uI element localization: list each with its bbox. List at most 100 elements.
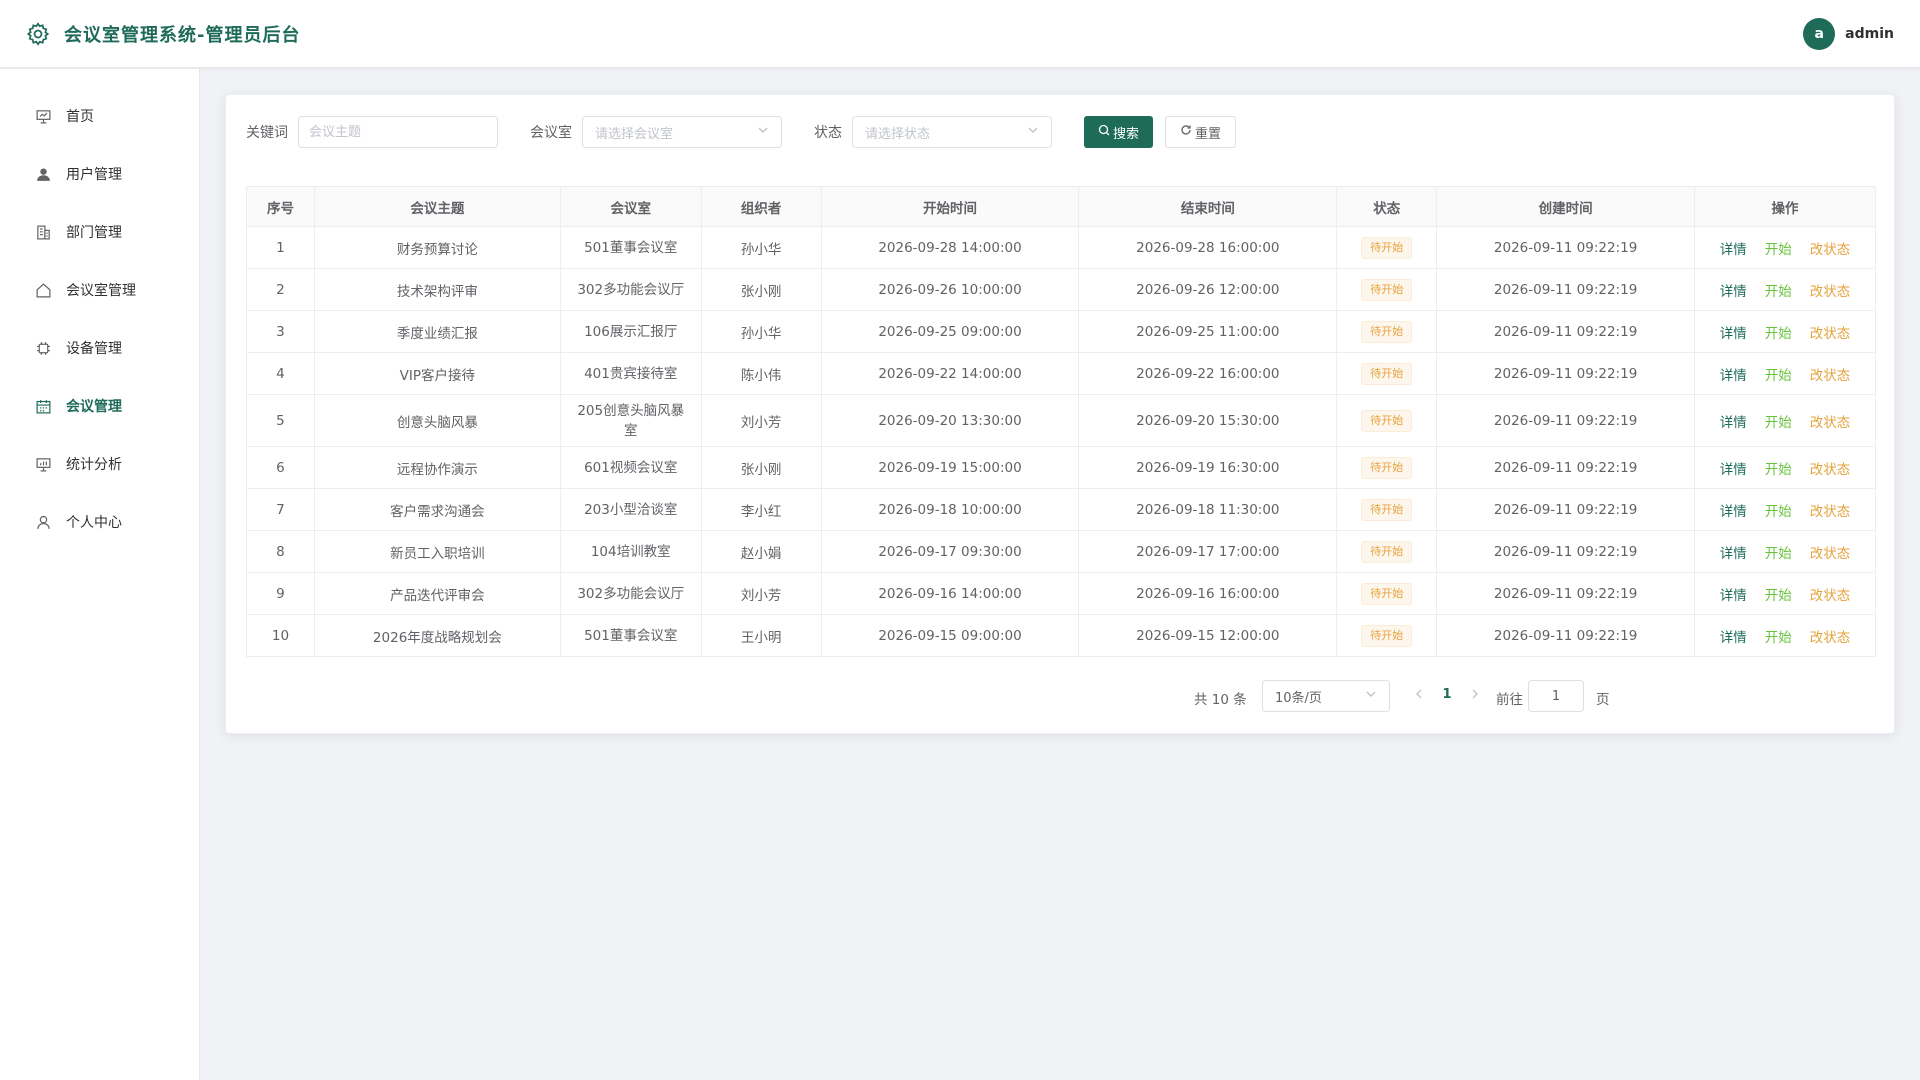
goto-page-input[interactable] bbox=[1528, 680, 1584, 712]
row-actions: 详情 开始 改状态 bbox=[1701, 322, 1869, 342]
avatar[interactable]: a bbox=[1803, 17, 1836, 50]
detail-link[interactable]: 详情 bbox=[1720, 238, 1747, 258]
detail-link[interactable]: 详情 bbox=[1720, 626, 1747, 646]
start-link[interactable]: 开始 bbox=[1765, 238, 1792, 258]
status-select-placeholder: 请选择状态 bbox=[865, 126, 931, 142]
keyword-input[interactable] bbox=[298, 116, 498, 148]
change-status-link[interactable]: 改状态 bbox=[1810, 364, 1851, 384]
sidebar-item-profile[interactable]: 个人中心 bbox=[0, 493, 199, 551]
start-link[interactable]: 开始 bbox=[1765, 280, 1792, 300]
sidebar: 首页 用户管理 部门管理 会议室管理 设备管理 会议管理 统计分析 个人中心 bbox=[0, 69, 200, 1080]
pagination-total: 共 10 条 bbox=[1194, 692, 1247, 708]
cell-start: 2026-09-22 14:00:00 bbox=[820, 352, 1080, 395]
cell-created: 2026-09-11 09:22:19 bbox=[1436, 488, 1696, 531]
reset-button[interactable]: 重置 bbox=[1165, 116, 1237, 148]
page-size-select[interactable]: 10条/页 bbox=[1262, 680, 1390, 712]
sidebar-item-home[interactable]: 首页 bbox=[0, 87, 199, 145]
start-link[interactable]: 开始 bbox=[1765, 322, 1792, 342]
search-button[interactable]: 搜索 bbox=[1084, 116, 1154, 148]
change-status-link[interactable]: 改状态 bbox=[1810, 280, 1851, 300]
table-row: 5 创意头脑风暴 205创意头脑风暴室 刘小芳 2026-09-20 13:30:00 2… bbox=[246, 394, 1876, 447]
cell-no: 3 bbox=[246, 310, 315, 353]
table-row: 1 财务预算讨论 501董事会议室 孙小华 2026-09-28 14:00:00 202… bbox=[246, 226, 1876, 269]
filter-bar: 关键词 会议室 请选择会议室 状态 请选择状态 搜索 重置 bbox=[246, 115, 1237, 149]
change-status-link[interactable]: 改状态 bbox=[1810, 584, 1851, 604]
goto-label: 前往 bbox=[1496, 692, 1523, 708]
status-badge: 待开始 bbox=[1361, 362, 1413, 385]
cell-status: 待开始 bbox=[1336, 530, 1438, 573]
column-header: 结束时间 bbox=[1078, 186, 1338, 227]
cell-organizer: 张小刚 bbox=[700, 268, 822, 311]
cell-actions: 详情 开始 改状态 bbox=[1694, 572, 1876, 615]
cell-organizer: 孙小华 bbox=[700, 226, 822, 269]
cell-no: 5 bbox=[246, 394, 315, 447]
change-status-link[interactable]: 改状态 bbox=[1810, 626, 1851, 646]
room-select[interactable]: 请选择会议室 bbox=[582, 116, 782, 148]
sidebar-item-departments[interactable]: 部门管理 bbox=[0, 203, 199, 261]
detail-link[interactable]: 详情 bbox=[1720, 322, 1747, 342]
refresh-icon bbox=[1180, 124, 1192, 140]
column-header: 组织者 bbox=[700, 186, 822, 227]
detail-link[interactable]: 详情 bbox=[1720, 584, 1747, 604]
cell-start: 2026-09-26 10:00:00 bbox=[820, 268, 1080, 311]
detail-link[interactable]: 详情 bbox=[1720, 458, 1747, 478]
change-status-link[interactable]: 改状态 bbox=[1810, 500, 1851, 520]
user-menu[interactable]: a admin bbox=[1803, 17, 1894, 50]
change-status-link[interactable]: 改状态 bbox=[1810, 322, 1851, 342]
cell-start: 2026-09-20 13:30:00 bbox=[820, 394, 1080, 447]
start-link[interactable]: 开始 bbox=[1765, 542, 1792, 562]
detail-link[interactable]: 详情 bbox=[1720, 411, 1747, 431]
brand: 会议室管理系统-管理员后台 bbox=[24, 20, 300, 48]
start-link[interactable]: 开始 bbox=[1765, 411, 1792, 431]
cell-status: 待开始 bbox=[1336, 446, 1438, 489]
cell-created: 2026-09-11 09:22:19 bbox=[1436, 446, 1696, 489]
meeting-table: 序号 会议主题 会议室 组织者 开始时间 结束时间 状态 创建时间 操作 1 财务… bbox=[246, 186, 1876, 657]
change-status-link[interactable]: 改状态 bbox=[1810, 458, 1851, 478]
chart-board-icon bbox=[34, 455, 52, 473]
cell-room: 501董事会议室 bbox=[559, 226, 702, 269]
detail-link[interactable]: 详情 bbox=[1720, 542, 1747, 562]
sidebar-item-label: 首页 bbox=[66, 109, 94, 125]
pagination: 共 10 条 10条/页 1 前往 页 bbox=[1194, 680, 1894, 712]
next-page-button[interactable] bbox=[1470, 688, 1480, 704]
sidebar-item-meetings[interactable]: 会议管理 bbox=[0, 377, 199, 435]
cell-room: 203小型洽谈室 bbox=[559, 488, 702, 531]
row-actions: 详情 开始 改状态 bbox=[1701, 238, 1869, 258]
status-badge: 待开始 bbox=[1361, 236, 1413, 259]
row-actions: 详情 开始 改状态 bbox=[1701, 542, 1869, 562]
cell-start: 2026-09-17 09:30:00 bbox=[820, 530, 1080, 573]
cell-actions: 详情 开始 改状态 bbox=[1694, 352, 1876, 395]
sidebar-item-rooms[interactable]: 会议室管理 bbox=[0, 261, 199, 319]
start-link[interactable]: 开始 bbox=[1765, 364, 1792, 384]
cell-organizer: 赵小娟 bbox=[700, 530, 822, 573]
cell-end: 2026-09-17 17:00:00 bbox=[1078, 530, 1338, 573]
start-link[interactable]: 开始 bbox=[1765, 500, 1792, 520]
start-link[interactable]: 开始 bbox=[1765, 458, 1792, 478]
sidebar-item-users[interactable]: 用户管理 bbox=[0, 145, 199, 203]
sidebar-item-label: 部门管理 bbox=[66, 225, 122, 241]
status-badge: 待开始 bbox=[1361, 456, 1413, 479]
cell-start: 2026-09-25 09:00:00 bbox=[820, 310, 1080, 353]
detail-link[interactable]: 详情 bbox=[1720, 280, 1747, 300]
row-actions: 详情 开始 改状态 bbox=[1701, 364, 1869, 384]
status-select[interactable]: 请选择状态 bbox=[852, 116, 1052, 148]
username[interactable]: admin bbox=[1845, 26, 1894, 42]
change-status-link[interactable]: 改状态 bbox=[1810, 411, 1851, 431]
change-status-link[interactable]: 改状态 bbox=[1810, 542, 1851, 562]
room-select-placeholder: 请选择会议室 bbox=[595, 126, 674, 142]
start-link[interactable]: 开始 bbox=[1765, 584, 1792, 604]
detail-link[interactable]: 详情 bbox=[1720, 364, 1747, 384]
cell-actions: 详情 开始 改状态 bbox=[1694, 268, 1876, 311]
sidebar-item-devices[interactable]: 设备管理 bbox=[0, 319, 199, 377]
page-number-current[interactable]: 1 bbox=[1437, 687, 1457, 702]
table-row: 9 产品迭代评审会 302多功能会议厅 刘小芳 2026-09-16 14:00:00 2… bbox=[246, 572, 1876, 615]
cell-topic: 产品迭代评审会 bbox=[313, 572, 561, 615]
table-row: 8 新员工入职培训 104培训教室 赵小娟 2026-09-17 09:30:00 202… bbox=[246, 530, 1876, 573]
prev-page-button[interactable] bbox=[1414, 688, 1424, 704]
sidebar-item-statistics[interactable]: 统计分析 bbox=[0, 435, 199, 493]
change-status-link[interactable]: 改状态 bbox=[1810, 238, 1851, 258]
cell-room: 601视频会议室 bbox=[559, 446, 702, 489]
start-link[interactable]: 开始 bbox=[1765, 626, 1792, 646]
detail-link[interactable]: 详情 bbox=[1720, 500, 1747, 520]
cell-topic: 季度业绩汇报 bbox=[313, 310, 561, 353]
